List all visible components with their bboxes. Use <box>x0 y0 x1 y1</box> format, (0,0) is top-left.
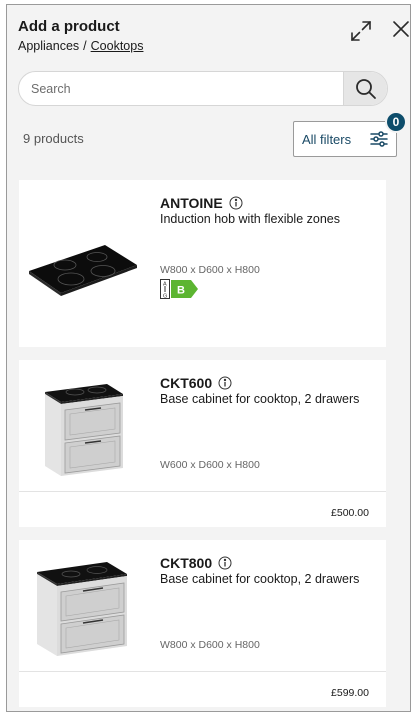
energy-scale-top: A <box>163 282 167 288</box>
filter-sliders-icon <box>370 131 388 147</box>
breadcrumb-separator: / <box>83 39 87 53</box>
card-divider <box>19 491 386 492</box>
filters-count-badge: 0 <box>385 111 407 133</box>
product-dimensions: W800 x D600 x H800 <box>160 264 260 276</box>
info-icon[interactable] <box>218 556 232 570</box>
close-icon <box>393 21 409 37</box>
all-filters-button[interactable]: All filters <box>293 121 397 157</box>
product-dimensions: W800 x D600 x H800 <box>160 639 260 651</box>
product-card-ckt600[interactable]: CKT600 Base cabinet for cooktop, 2 drawe… <box>19 360 386 527</box>
breadcrumb-cooktops[interactable]: Cooktops <box>91 39 144 53</box>
base-cabinet-image <box>45 384 123 476</box>
product-name: CKT800 <box>160 555 232 571</box>
search-button[interactable] <box>343 72 387 105</box>
product-dimensions: W600 x D600 x H800 <box>160 459 260 471</box>
breadcrumb-appliances[interactable]: Appliances <box>18 39 79 53</box>
expand-button[interactable] <box>347 17 375 45</box>
product-name-text: ANTOINE <box>160 195 223 211</box>
search-input[interactable] <box>19 72 343 105</box>
energy-label: A G B <box>160 279 200 304</box>
close-button[interactable] <box>390 18 410 40</box>
breadcrumb: Appliances / Cooktops <box>18 39 143 53</box>
all-filters-label: All filters <box>302 132 352 147</box>
card-divider <box>19 671 386 672</box>
product-price: £500.00 <box>331 507 369 519</box>
product-card-ckt800[interactable]: CKT800 Base cabinet for cooktop, 2 drawe… <box>19 540 386 707</box>
product-image <box>25 205 139 315</box>
product-card-antoine[interactable]: ANTOINE Induction hob with flexible zone… <box>19 180 386 347</box>
product-description: Induction hob with flexible zones <box>160 212 340 226</box>
panel-title: Add a product <box>18 18 120 35</box>
induction-hob-image <box>29 245 137 296</box>
results-count: 9 products <box>23 131 84 146</box>
info-icon[interactable] <box>218 376 232 390</box>
info-icon[interactable] <box>229 196 243 210</box>
product-name-text: CKT800 <box>160 555 213 571</box>
product-image <box>25 370 139 480</box>
search-icon <box>355 78 376 99</box>
product-description: Base cabinet for cooktop, 2 drawers <box>160 572 360 586</box>
product-image <box>25 550 139 660</box>
energy-scale-bottom: G <box>163 294 167 300</box>
energy-class: B <box>177 285 185 297</box>
add-product-panel: Add a product Appliances / Cooktops 9 prod… <box>6 4 411 712</box>
expand-icon <box>351 21 371 41</box>
energy-rating-icon: A G B <box>160 279 198 300</box>
product-name-text: CKT600 <box>160 375 213 391</box>
product-description: Base cabinet for cooktop, 2 drawers <box>160 392 360 406</box>
product-price: £599.00 <box>331 687 369 699</box>
base-cabinet-image <box>37 562 127 656</box>
search-bar <box>18 71 388 106</box>
product-name: CKT600 <box>160 375 232 391</box>
product-name: ANTOINE <box>160 195 243 211</box>
